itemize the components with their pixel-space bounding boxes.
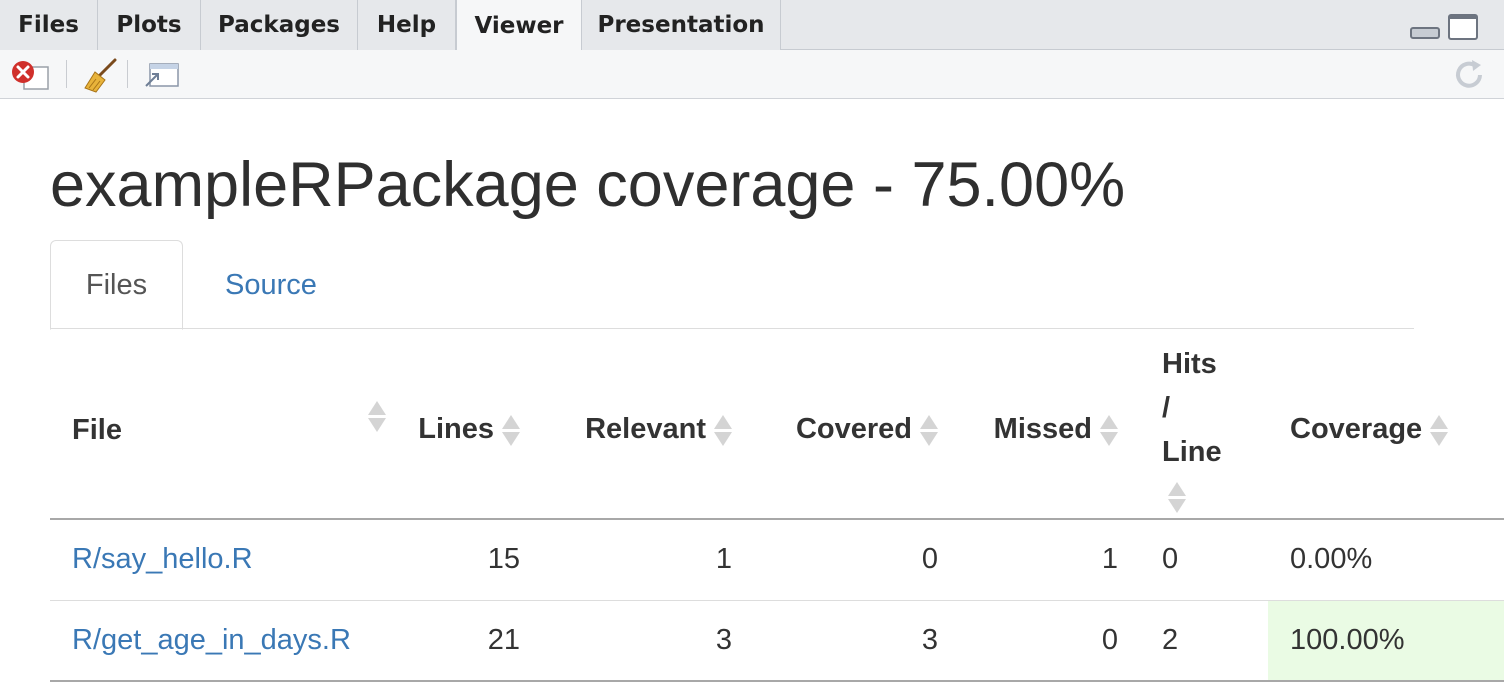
file-link[interactable]: R/say_hello.R [72,543,253,575]
tab-source-report[interactable]: Source [200,240,342,330]
toolbar-separator [66,60,67,88]
column-header-label: Lines [418,412,494,445]
file-cell: R/say_hello.R [50,519,388,601]
covered-cell: 0 [754,519,960,601]
tabs-divider [50,328,1414,329]
column-header-lines[interactable]: Lines [388,342,542,520]
file-cell: R/get_age_in_days.R [50,600,388,682]
column-header-file[interactable]: File [50,342,388,520]
sort-icon[interactable] [1168,479,1186,516]
clear-all-icon[interactable] [80,58,120,99]
remove-viewer-icon[interactable] [10,58,52,97]
tab-viewer[interactable]: Viewer [456,0,582,51]
table-row: R/get_age_in_days.R 21 3 3 0 2 100.00% [50,600,1504,682]
hits-per-line-cell: 2 [1140,600,1268,682]
column-header-relevant[interactable]: Relevant [542,342,754,520]
sort-icon[interactable] [368,398,386,435]
tab-files-report[interactable]: Files [50,240,183,330]
column-header-label: Relevant [585,412,706,445]
column-header-covered[interactable]: Covered [754,342,960,520]
column-header-label: Covered [795,412,912,445]
sort-icon[interactable] [1430,412,1449,449]
tab-packages[interactable]: Packages [201,0,358,50]
column-header-missed[interactable]: Missed [960,342,1140,520]
relevant-cell: 1 [542,519,754,601]
column-header-coverage[interactable]: Coverage [1268,342,1504,520]
sort-icon[interactable] [502,412,520,449]
show-in-new-window-icon[interactable] [142,58,182,97]
sort-icon[interactable] [1100,412,1118,449]
minimize-pane-icon[interactable] [1410,27,1440,39]
tab-files[interactable]: Files [0,0,98,50]
lines-cell: 21 [388,600,542,682]
hits-per-line-cell: 0 [1140,519,1268,601]
column-header-label: Hits / Line [1162,348,1222,468]
toolbar-separator [127,60,128,88]
page-title: exampleRPackage coverage - 75.00% [50,150,1126,220]
column-header-label: Coverage [1290,412,1423,445]
refresh-icon[interactable] [1450,56,1488,99]
tab-help[interactable]: Help [358,0,456,50]
window-controls [1410,14,1478,40]
maximize-pane-icon[interactable] [1448,14,1478,40]
tab-presentation[interactable]: Presentation [582,0,781,50]
pane-tab-bar: Files Plots Packages Help Viewer Present… [0,0,1504,51]
covered-cell: 3 [754,600,960,682]
coverage-table: File Lines Relevant Covered Missed Hits … [50,342,1504,682]
table-header-row: File Lines Relevant Covered Missed Hits … [50,342,1504,520]
table-row: R/say_hello.R 15 1 0 1 0 0.00% [50,519,1504,601]
tab-plots[interactable]: Plots [98,0,201,50]
coverage-cell: 100.00% [1268,600,1504,682]
lines-cell: 15 [388,519,542,601]
column-header-label: File [72,413,122,446]
missed-cell: 1 [960,519,1140,601]
column-header-hits-per-line[interactable]: Hits / Line [1140,342,1268,520]
sort-icon[interactable] [920,412,938,449]
coverage-cell: 0.00% [1268,519,1504,601]
relevant-cell: 3 [542,600,754,682]
column-header-label: Missed [993,412,1092,445]
file-link[interactable]: R/get_age_in_days.R [72,624,351,656]
sort-icon[interactable] [714,412,732,449]
viewer-toolbar [0,50,1504,99]
missed-cell: 0 [960,600,1140,682]
